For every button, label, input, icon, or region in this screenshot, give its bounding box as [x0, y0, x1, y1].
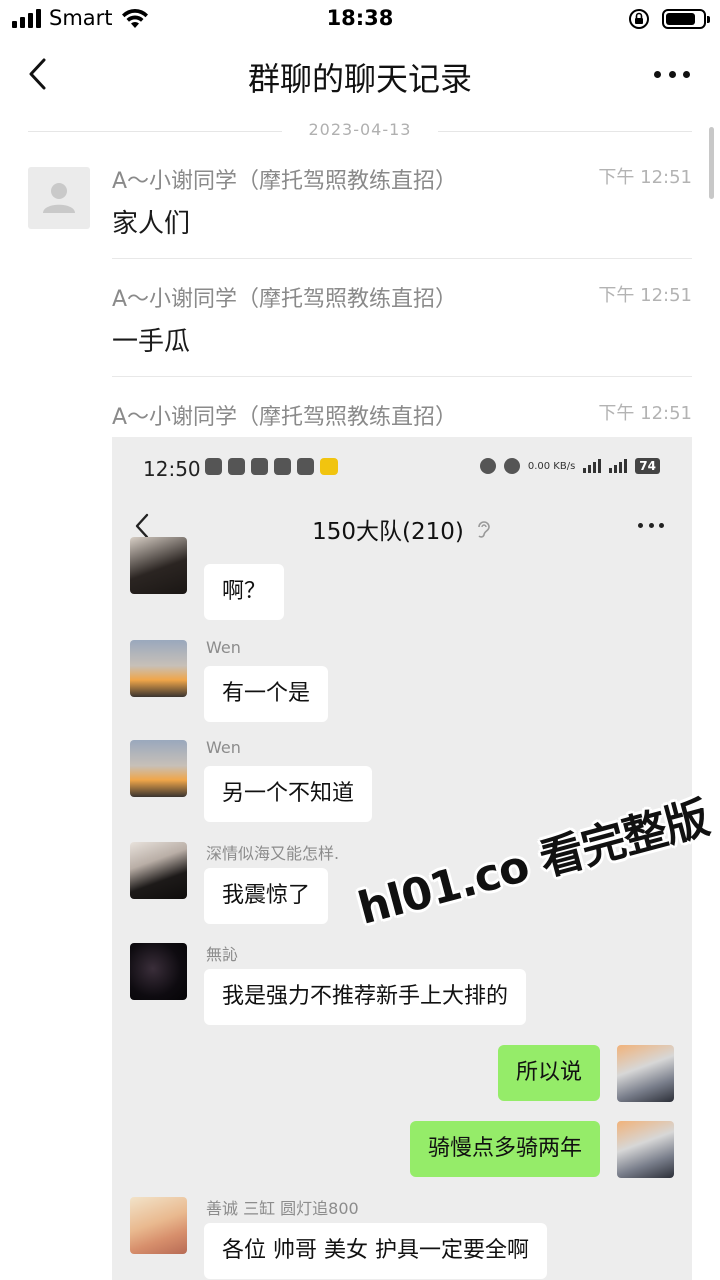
chat-sender: 善诚 三缸 圆灯追800	[206, 1199, 359, 1218]
app-notification-icon	[297, 458, 314, 475]
chat-bubble: 所以说	[497, 1045, 600, 1101]
divider-line	[438, 131, 692, 132]
message-item: A～小谢同学（摩托驾照教练直招） 下午 12:51 一手瓜	[112, 281, 692, 358]
alarm-icon	[479, 458, 496, 474]
avatar	[130, 842, 187, 899]
app-notification-icon	[205, 458, 222, 475]
mute-icon	[503, 458, 520, 474]
signal-icon	[609, 459, 628, 473]
embedded-chat-row: 骑慢点多骑两年	[130, 1121, 674, 1181]
chat-bubble: 我震惊了	[204, 868, 329, 924]
chat-sender: Wen	[206, 638, 241, 657]
embedded-nav-bar: 150大队(210)	[112, 499, 692, 555]
more-dot-icon	[683, 70, 690, 78]
avatar	[617, 1045, 674, 1102]
embedded-more-icon	[638, 523, 664, 531]
chat-sender: 深情似海又能怎样.	[206, 844, 340, 863]
avatar	[617, 1121, 674, 1178]
more-dot-icon	[668, 70, 676, 78]
embedded-chat-row: Wen 有一个是	[130, 638, 674, 730]
chat-bubble: 另一个不知道	[204, 766, 373, 822]
ear-icon	[478, 521, 490, 538]
more-options-button[interactable]	[654, 62, 690, 86]
status-time: 18:38	[326, 6, 394, 30]
embedded-chat-title: 150大队(210)	[312, 519, 464, 545]
message-time: 下午 12:51	[598, 167, 692, 188]
app-notification-icon	[228, 458, 245, 475]
avatar	[130, 640, 187, 697]
embedded-chat-row: 善诚 三缸 圆灯追800 各位 帅哥 美女 护具一定要全啊	[130, 1197, 674, 1280]
message-text[interactable]: 一手瓜	[112, 321, 692, 358]
embedded-chat-row: 無訫 我是强力不推荐新手上大排的	[130, 943, 674, 1033]
chat-bubble: 各位 帅哥 美女 护具一定要全啊	[204, 1223, 547, 1279]
nav-bar: 群聊的聊天记录	[0, 44, 720, 104]
status-bar: Smart 18:38	[0, 0, 720, 38]
avatar	[130, 537, 187, 594]
more-dot-icon	[654, 70, 661, 78]
embedded-status-bar: 12:50 0.00 KB/s 74	[112, 437, 692, 497]
scrollbar[interactable]	[709, 127, 714, 199]
app-notification-icon	[320, 458, 338, 475]
chat-bubble: 我是强力不推荐新手上大排的	[204, 969, 527, 1025]
embedded-battery: 74	[635, 458, 660, 474]
avatar[interactable]	[28, 167, 90, 229]
date-label: 2023-04-13	[308, 120, 412, 139]
chat-bubble: 啊？	[204, 564, 285, 620]
rotation-lock-icon	[629, 9, 649, 29]
embedded-status-time: 12:50	[143, 457, 201, 481]
message-text[interactable]: 家人们	[112, 203, 692, 240]
message-item: A～小谢同学（摩托驾照教练直招） 下午 12:51 家人们	[112, 163, 692, 240]
message-item: A～小谢同学（摩托驾照教练直招） 下午 12:51	[112, 399, 692, 431]
page-title: 群聊的聊天记录	[247, 60, 472, 98]
embedded-title-wrap: 150大队(210)	[112, 512, 692, 546]
network-speed: 0.00 KB/s	[527, 460, 576, 472]
chat-bubble: 有一个是	[204, 666, 329, 722]
default-avatar-icon	[43, 183, 75, 213]
embedded-notification-icons	[205, 458, 338, 475]
chat-sender: 無訫	[206, 945, 239, 964]
app-notification-icon	[274, 458, 291, 475]
battery-icon	[662, 9, 710, 29]
app-notification-icon	[251, 458, 268, 475]
avatar	[130, 740, 187, 797]
chat-bubble: 骑慢点多骑两年	[409, 1121, 600, 1177]
chat-sender: Wen	[206, 738, 241, 757]
status-right	[628, 8, 710, 30]
message-time: 下午 12:51	[598, 285, 692, 306]
signal-icon	[583, 459, 602, 473]
avatar	[130, 1197, 187, 1254]
avatar	[130, 943, 187, 1000]
message-divider	[112, 376, 692, 377]
embedded-chat-row: 啊？	[130, 537, 674, 620]
date-divider: 2023-04-13	[28, 120, 692, 142]
message-time: 下午 12:51	[598, 403, 692, 424]
embedded-chat-row: 所以说	[130, 1045, 674, 1105]
embedded-status-right: 0.00 KB/s 74	[479, 458, 660, 474]
message-divider	[112, 258, 692, 259]
